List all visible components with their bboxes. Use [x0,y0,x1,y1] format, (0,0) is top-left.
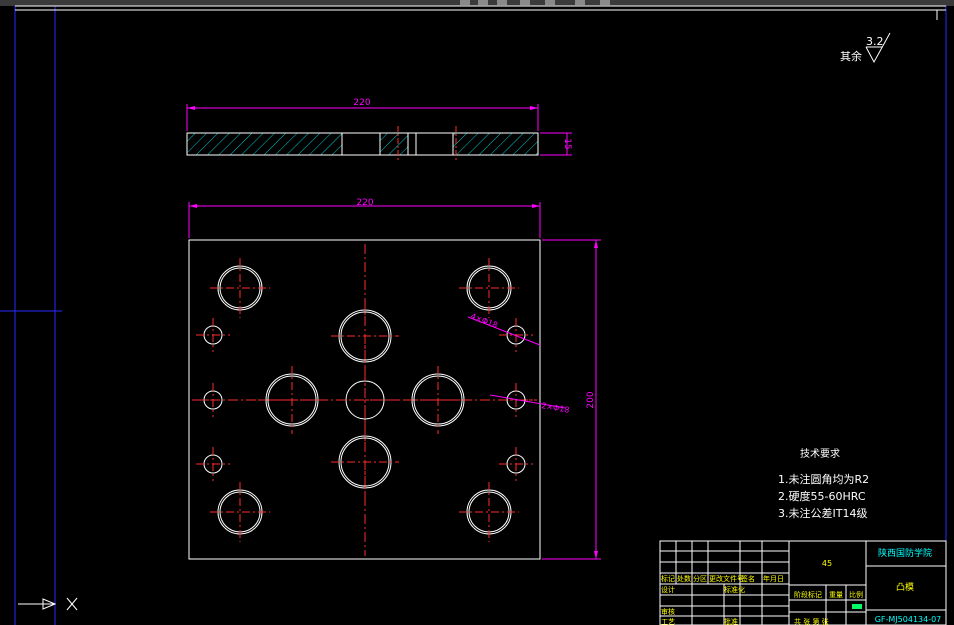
hole-circle[interactable] [217,265,263,311]
tb-approve: 批准 [724,617,738,625]
tech-req-2: 2.硬度55-60HRC [778,489,866,503]
hole-circle[interactable] [466,489,512,535]
tb-h6: 年月日 [763,574,784,583]
side-thickness-dim: 15 [562,138,572,149]
tb-scale: 比例 [849,590,863,599]
roughness-symbol: 其余 3.2 [840,32,891,64]
ucs-icon [18,597,78,611]
tb-h3: 分区 [693,574,707,583]
hole-note-2x: 2×Φ18 [541,401,570,415]
tb-drawing-no: GF-MJ504134-07 [875,615,942,624]
tb-part-name: 凸模 [896,582,914,593]
side-view[interactable]: 220 15 [186,98,572,162]
tb-school: 陕西国防学院 [878,547,932,559]
roughness-value: 3.2 [866,35,884,48]
tech-title: 技术要求 [800,447,840,460]
top-width-dim: 220 [356,198,373,208]
title-block-marker [852,604,862,609]
tb-stage: 阶段标记 [794,590,822,599]
drawing-canvas[interactable]: 其余 3.2 220 15 220 200 4×Φ18 2×Φ18 技术要求 1… [0,0,954,625]
roughness-label: 其余 [840,49,862,63]
tech-requirements: 技术要求 1.未注圆角均为R2 2.硬度55-60HRC 3.未注公差IT14级 [778,447,869,520]
tb-proc: 工艺 [661,618,675,625]
tb-sheet: 共 张 第 张 [794,617,829,625]
tb-h1: 标记 [661,574,675,583]
tb-design: 设计 [661,585,675,594]
tb-check: 审核 [661,607,675,616]
tb-std: 标准化 [724,585,745,594]
top-view[interactable]: 220 200 4×Φ18 2×Φ18 [188,198,601,560]
hole-note-4x: 4×Φ18 [469,311,499,330]
tb-h2: 处数 [677,574,691,583]
side-width-dim: 220 [353,98,370,108]
tech-req-1: 1.未注圆角均为R2 [778,472,869,486]
top-height-dim: 200 [586,391,596,408]
tb-material: 45 [822,559,832,568]
hole-circle[interactable] [217,489,263,535]
tech-req-3: 3.未注公差IT14级 [778,506,867,520]
drawing-border [15,5,946,20]
hole-circle[interactable] [466,265,512,311]
tb-h5: 签名 [741,574,755,583]
tb-h4: 更改文件号 [709,574,744,583]
tb-weight: 重量 [829,591,843,599]
